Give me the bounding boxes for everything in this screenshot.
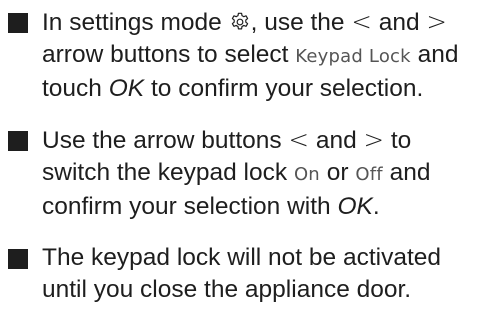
display-term-off: Off [355, 164, 383, 185]
text-segment: to confirm your selec­tion. [144, 75, 424, 102]
display-term-on: On [293, 164, 320, 185]
display-term-keypad-lock: Keypad Lock [295, 46, 411, 67]
text-segment: arrow buttons to select [42, 41, 296, 68]
ok-label: OK [108, 75, 145, 102]
instruction-item-3: The keypad lock will not be activated un… [8, 242, 473, 306]
square-bullet-icon [8, 13, 28, 33]
text-segment: or [319, 159, 356, 186]
right-arrow-symbol: > [363, 125, 385, 154]
left-arrow-symbol: < [288, 125, 310, 154]
instruction-text-2: Use the arrow buttons < and > to switch … [42, 124, 473, 223]
text-segment: , use the [250, 9, 352, 36]
square-bullet-icon [8, 131, 28, 151]
instruction-text-1: In settings mode , use the < and > arrow… [42, 6, 473, 105]
instruction-page: In settings mode , use the < and > arrow… [0, 0, 481, 316]
instruction-text-3: The keypad lock will not be activated un… [42, 244, 442, 303]
ok-label: OK [337, 193, 373, 220]
text-segment: . [372, 193, 380, 220]
text-segment: In settings mode [42, 9, 229, 36]
instruction-item-1: In settings mode , use the < and > arrow… [8, 6, 473, 105]
text-segment: Use the arrow buttons [42, 127, 289, 154]
square-bullet-icon [8, 249, 28, 269]
instruction-item-2: Use the arrow buttons < and > to switch … [8, 124, 473, 223]
gear-icon [231, 12, 248, 30]
text-segment: and [371, 9, 427, 36]
right-arrow-symbol: > [426, 7, 447, 36]
text-segment: and [309, 127, 364, 154]
left-arrow-symbol: < [351, 7, 372, 36]
